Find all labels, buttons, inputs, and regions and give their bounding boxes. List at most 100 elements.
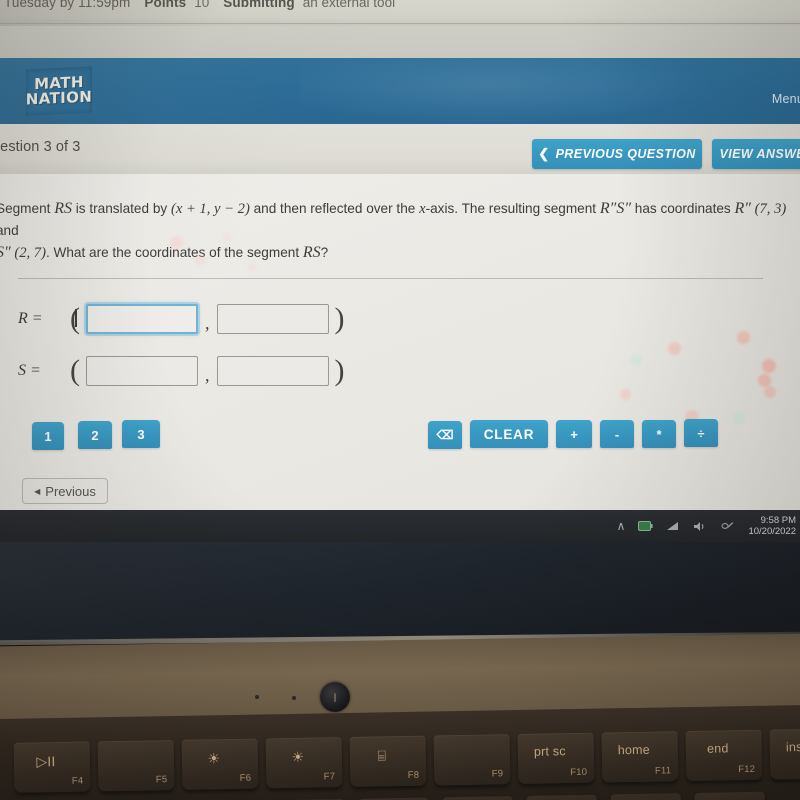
logo-line-2: NATION bbox=[25, 87, 93, 109]
volume-icon[interactable] bbox=[693, 521, 707, 532]
screen-glare bbox=[300, 58, 720, 124]
q-seg-7: . What are the coordinates of the segmen… bbox=[45, 245, 303, 260]
question-text: Segment RS is translated by (x + 1, y − … bbox=[0, 198, 796, 264]
previous-button-label: Previous bbox=[45, 483, 96, 499]
insert-label: insert bbox=[785, 739, 800, 755]
lens-bokeh bbox=[758, 374, 771, 387]
minus-button[interactable]: - bbox=[600, 420, 634, 448]
key-f4-label: F4 bbox=[71, 775, 84, 787]
key-f8[interactable]: ⌸ F8 bbox=[349, 735, 427, 787]
battery-icon[interactable] bbox=[638, 521, 654, 531]
q-segment-rs-2: RS bbox=[302, 244, 321, 261]
lens-bokeh bbox=[620, 389, 631, 400]
q-seg-6: and bbox=[0, 223, 19, 238]
q-point-spp: S″ bbox=[0, 244, 11, 261]
key-f11-label: F11 bbox=[654, 765, 672, 777]
key-insert[interactable]: insert bbox=[769, 728, 800, 780]
math-nation-logo[interactable]: MATH NATION bbox=[25, 66, 93, 116]
menu-button[interactable]: Menu bbox=[772, 92, 800, 106]
key-end[interactable]: end F12 bbox=[685, 729, 763, 782]
onedrive-icon[interactable] bbox=[720, 521, 735, 532]
status-led bbox=[255, 695, 259, 699]
r-y-input[interactable] bbox=[216, 304, 329, 334]
previous-question-button[interactable]: ❮ PREVIOUS QUESTION bbox=[532, 139, 702, 169]
key-home[interactable]: home F11 bbox=[601, 731, 679, 783]
q-segment-rppspp: R″S″ bbox=[599, 200, 631, 217]
key-f5[interactable]: F5 bbox=[97, 740, 175, 792]
key-f9[interactable]: F9 bbox=[433, 734, 511, 786]
question-page: Segment RS is translated by (x + 1, y − … bbox=[0, 174, 800, 522]
comma-r: , bbox=[205, 312, 210, 333]
s-y-input[interactable] bbox=[216, 356, 329, 386]
key-f9-icon bbox=[434, 745, 510, 746]
clear-button[interactable]: CLEAR bbox=[470, 420, 548, 448]
lens-bokeh bbox=[762, 359, 776, 373]
plus-button[interactable]: + bbox=[556, 420, 592, 448]
due-label: Tuesday by 11:59pm bbox=[4, 0, 131, 10]
lens-bokeh bbox=[737, 331, 750, 344]
q-seg-5: has coordinates bbox=[630, 201, 735, 216]
math-nation-header: MATH NATION Menu bbox=[0, 58, 800, 124]
q-seg-1: Segment bbox=[0, 201, 55, 216]
keypad-3-button[interactable]: 3 bbox=[122, 420, 160, 448]
assignment-due: Tuesday by 11:59pm bbox=[4, 0, 130, 10]
previous-button[interactable]: ◀ Previous bbox=[22, 478, 108, 504]
chevron-up-icon[interactable]: ∧ bbox=[617, 519, 626, 533]
q-segment-rs: RS bbox=[54, 200, 72, 217]
q-translation-rule: (x + 1, y − 2) bbox=[170, 201, 250, 217]
power-button[interactable] bbox=[320, 682, 350, 712]
clock-date: 10/20/2022 bbox=[748, 526, 796, 537]
home-label: home bbox=[617, 742, 650, 758]
key-f5-icon bbox=[98, 751, 174, 752]
print-screen-label: prt sc bbox=[533, 744, 566, 759]
keypad-2-button[interactable]: 2 bbox=[78, 421, 112, 449]
key-row2[interactable] bbox=[442, 796, 514, 800]
laptop-photo: Tuesday by 11:59pm Points 10 Submitting … bbox=[0, 0, 800, 800]
submitting-label: Submitting bbox=[223, 0, 295, 10]
answer-label-r: R = bbox=[18, 310, 43, 327]
key-f12-label: F12 bbox=[738, 763, 756, 776]
key-f6[interactable]: ☀ F6 bbox=[181, 738, 259, 790]
key-f9-label: F9 bbox=[491, 768, 504, 780]
q-seg-3: and then reflected over the bbox=[249, 201, 420, 216]
lens-bokeh bbox=[733, 412, 745, 424]
end-label: end bbox=[706, 741, 729, 756]
page-gap-band bbox=[0, 26, 800, 58]
view-answer-button[interactable]: VIEW ANSWER bbox=[712, 139, 800, 169]
keypad-1-button[interactable]: 1 bbox=[32, 422, 64, 450]
key-row2[interactable] bbox=[610, 793, 682, 800]
s-x-input[interactable] bbox=[86, 356, 198, 386]
display-switch-icon: ⌸ bbox=[377, 747, 387, 764]
key-f4[interactable]: ▷II F4 bbox=[13, 741, 91, 793]
divide-button[interactable]: ÷ bbox=[684, 419, 718, 447]
answer-row-s: S = ( , ) bbox=[18, 354, 345, 387]
wifi-icon[interactable] bbox=[666, 521, 680, 532]
q-coord-s: (2, 7) bbox=[14, 245, 46, 261]
backspace-icon-button[interactable]: ⌫ bbox=[428, 421, 462, 449]
text-caret bbox=[75, 309, 77, 327]
lens-bokeh bbox=[764, 386, 776, 398]
lens-bokeh bbox=[668, 342, 681, 355]
points-value: 10 bbox=[194, 0, 210, 10]
answer-label-s: S = bbox=[18, 362, 41, 379]
brightness-down-icon: ☀ bbox=[207, 750, 221, 767]
question-counter: uestion 3 of 3 bbox=[0, 139, 81, 155]
key-print-screen[interactable]: prt sc F10 bbox=[517, 732, 595, 784]
taskbar-clock[interactable]: 9:58 PM 10/20/2022 bbox=[748, 515, 796, 537]
q-seg-2: is translated by bbox=[71, 201, 171, 216]
r-x-input[interactable] bbox=[86, 304, 198, 334]
key-row2[interactable] bbox=[694, 791, 766, 800]
clock-time: 9:58 PM bbox=[760, 515, 796, 526]
submitting-value: an external tool bbox=[302, 0, 396, 10]
multiply-button[interactable]: * bbox=[642, 420, 676, 448]
function-key-row: ▷II F4 F5 ☀ F6 ☀ F7 ⌸ F8 F9 prt sc F10 h… bbox=[0, 728, 800, 800]
key-row2[interactable] bbox=[526, 794, 598, 800]
q-seg-4: -axis. The resulting segment bbox=[425, 201, 600, 216]
key-f5-label: F5 bbox=[155, 774, 168, 786]
key-f8-label: F8 bbox=[407, 769, 420, 781]
key-f7[interactable]: ☀ F7 bbox=[265, 737, 343, 789]
chevron-left-icon: ❮ bbox=[538, 146, 550, 161]
previous-question-label: PREVIOUS QUESTION bbox=[555, 147, 696, 161]
laptop-keyboard: ▷II F4 F5 ☀ F6 ☀ F7 ⌸ F8 F9 prt sc F10 h… bbox=[0, 704, 800, 800]
section-divider bbox=[18, 278, 763, 279]
